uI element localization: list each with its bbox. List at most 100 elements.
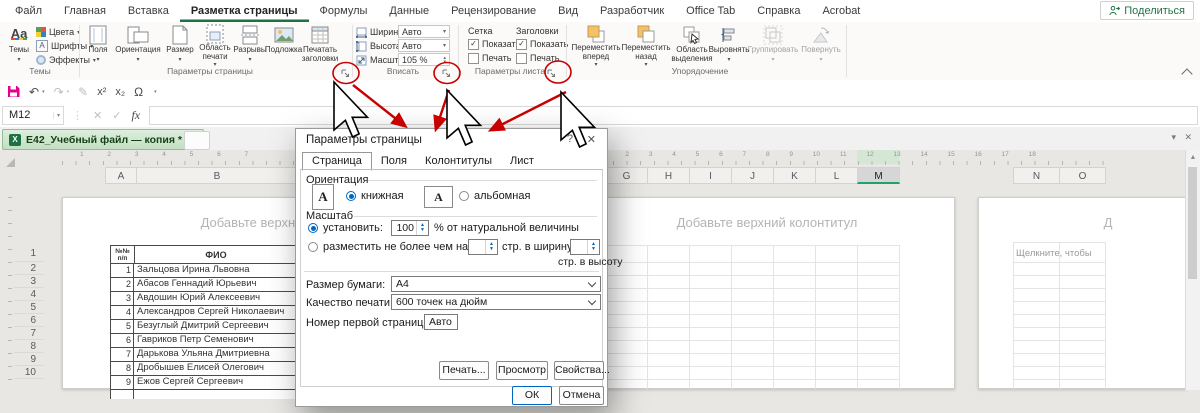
- dialog-tab-margins[interactable]: Поля: [372, 153, 416, 170]
- column-header-h[interactable]: H: [647, 167, 690, 184]
- cell-name[interactable]: [134, 390, 297, 399]
- row-header[interactable]: 8: [14, 340, 44, 353]
- row-header[interactable]: 4: [14, 288, 44, 301]
- cell-name[interactable]: Авдошин Юрий Алексеевич: [134, 292, 297, 305]
- row-header[interactable]: 10: [14, 366, 44, 379]
- insert-function-button[interactable]: fx: [126, 108, 145, 123]
- cell-number[interactable]: 4: [111, 306, 134, 319]
- cell-number[interactable]: 3: [111, 292, 134, 305]
- page3-cell-placeholder[interactable]: Щелкните, чтобы: [1016, 248, 1092, 259]
- sheet-options-dialog-launcher[interactable]: [546, 68, 557, 79]
- cell-name[interactable]: Зальцова Ирина Львовна: [134, 264, 297, 277]
- ribbon-tab-file[interactable]: Файл: [4, 0, 53, 22]
- qat-customize-button[interactable]: ▾: [154, 89, 157, 95]
- selection-pane-button[interactable]: Область выделения: [672, 24, 712, 66]
- cell-name[interactable]: Александров Сергей Николаевич: [134, 306, 297, 319]
- paper-size-select[interactable]: A4: [391, 276, 601, 292]
- landscape-radio[interactable]: [459, 191, 469, 201]
- headings-show-checkbox[interactable]: ✓ Показать: [516, 38, 568, 50]
- group-button[interactable]: Группировать ▾: [748, 24, 798, 66]
- column-header-m-selected[interactable]: M: [857, 167, 900, 184]
- row-header[interactable]: 1: [14, 245, 44, 262]
- ribbon-tab-home[interactable]: Главная: [53, 0, 117, 22]
- fit-scale-stepper[interactable]: 105 % ▴▾: [398, 53, 450, 66]
- symbol-button[interactable]: Ω: [134, 85, 143, 99]
- cell-number[interactable]: 2: [111, 278, 134, 291]
- column-header-j[interactable]: J: [731, 167, 774, 184]
- cell-name[interactable]: Дробышев Елисей Олегович: [134, 362, 297, 375]
- size-button[interactable]: Размер ▾: [165, 24, 195, 66]
- cell-number[interactable]: 6: [111, 334, 134, 347]
- vertical-scrollbar[interactable]: ▲: [1185, 150, 1200, 390]
- fit-to-tall-stepper[interactable]: ▲▼: [570, 239, 600, 255]
- number-column-header[interactable]: №№п/п: [111, 246, 135, 263]
- ribbon-tab-developer[interactable]: Разработчик: [589, 0, 675, 22]
- fit-height-select[interactable]: Авто ▾: [398, 39, 450, 52]
- spinner-arrows-icon[interactable]: ▲▼: [587, 240, 599, 254]
- collapse-ribbon-button[interactable]: [1183, 70, 1191, 78]
- column-header-n[interactable]: N: [1013, 167, 1060, 184]
- page-setup-dialog-launcher[interactable]: [340, 68, 351, 79]
- cell-name[interactable]: Гавриков Петр Семенович: [134, 334, 297, 347]
- cell-number[interactable]: 8: [111, 362, 134, 375]
- dialog-tab-header-footer[interactable]: Колонтитулы: [416, 153, 501, 170]
- save-icon[interactable]: [7, 85, 20, 98]
- dialog-help-button[interactable]: ?: [567, 133, 573, 145]
- fit-dialog-launcher[interactable]: [441, 68, 452, 79]
- print-quality-select[interactable]: 600 точек на дюйм: [391, 294, 601, 310]
- portrait-radio[interactable]: [346, 191, 356, 201]
- name-column-header[interactable]: ФИО: [135, 246, 297, 263]
- column-header-b[interactable]: B: [136, 167, 298, 184]
- ribbon-tab-review[interactable]: Рецензирование: [440, 0, 547, 22]
- document-tab-new[interactable]: [184, 131, 210, 150]
- ribbon-tab-view[interactable]: Вид: [547, 0, 589, 22]
- spinner-arrows-icon[interactable]: ▲▼: [485, 240, 497, 254]
- cell-number[interactable]: [111, 390, 134, 399]
- landscape-label[interactable]: альбомная: [474, 190, 530, 202]
- portrait-label[interactable]: книжная: [361, 190, 404, 202]
- first-page-number-input[interactable]: Авто: [424, 314, 458, 330]
- document-tab-active[interactable]: X Е42_Учебный файл — копия * ✕: [2, 129, 204, 150]
- ribbon-tab-office-tab[interactable]: Office Tab: [675, 0, 746, 22]
- align-button[interactable]: Выровнять ▾: [712, 24, 746, 66]
- fit-to-wide-stepper[interactable]: ▲▼: [468, 239, 498, 255]
- cell-number[interactable]: 7: [111, 348, 134, 361]
- ribbon-tab-page-layout[interactable]: Разметка страницы: [180, 0, 309, 22]
- cancel-button[interactable]: Отмена: [559, 386, 604, 405]
- column-header-k[interactable]: K: [773, 167, 816, 184]
- cell-number[interactable]: 5: [111, 320, 134, 333]
- breaks-button[interactable]: Разрывы ▾: [234, 24, 266, 66]
- row-header[interactable]: 2: [14, 262, 44, 275]
- cancel-entry-button[interactable]: ✕: [88, 109, 107, 122]
- row-header[interactable]: 5: [14, 301, 44, 314]
- print-area-button[interactable]: Область печати▾: [196, 24, 234, 66]
- row-header[interactable]: 7: [14, 327, 44, 340]
- cell-name[interactable]: Безуглый Дмитрий Сергеевич: [134, 320, 297, 333]
- scroll-up-icon[interactable]: ▲: [1186, 150, 1200, 165]
- adjust-to-stepper[interactable]: 100▲▼: [391, 220, 429, 236]
- subscript-button[interactable]: x₂: [115, 86, 125, 98]
- row-header[interactable]: 6: [14, 314, 44, 327]
- cell-name[interactable]: Ежов Сергей Сергеевич: [134, 376, 297, 389]
- dialog-tab-sheet[interactable]: Лист: [501, 153, 543, 170]
- cell-number[interactable]: 1: [111, 264, 134, 277]
- cell-name[interactable]: Абасов Геннадий Юрьевич: [134, 278, 297, 291]
- orientation-button[interactable]: Ориентация ▾: [113, 24, 163, 66]
- adjust-to-radio[interactable]: [308, 223, 318, 233]
- dialog-close-button[interactable]: ✕: [587, 133, 596, 146]
- adjust-to-label[interactable]: установить:: [323, 222, 383, 234]
- formula-input[interactable]: [149, 106, 1198, 125]
- redo-button[interactable]: ↷: [54, 85, 64, 99]
- ribbon-tab-data[interactable]: Данные: [378, 0, 440, 22]
- ribbon-tab-help[interactable]: Справка: [746, 0, 811, 22]
- cell-name[interactable]: Дарькова Ульяна Дмитриевна: [134, 348, 297, 361]
- spinner-arrows-icon[interactable]: ▲▼: [416, 221, 428, 235]
- row-header[interactable]: 9: [14, 353, 44, 366]
- bring-forward-button[interactable]: Переместить вперед▾: [572, 24, 620, 66]
- fit-to-radio[interactable]: [308, 242, 318, 252]
- page3-header-placeholder[interactable]: Д: [1098, 215, 1118, 230]
- ribbon-tab-insert[interactable]: Вставка: [117, 0, 180, 22]
- format-painter-button[interactable]: ✎: [78, 85, 88, 99]
- properties-button[interactable]: Свойства...: [554, 361, 604, 380]
- gridlines-show-checkbox[interactable]: ✓ Показать: [468, 38, 520, 50]
